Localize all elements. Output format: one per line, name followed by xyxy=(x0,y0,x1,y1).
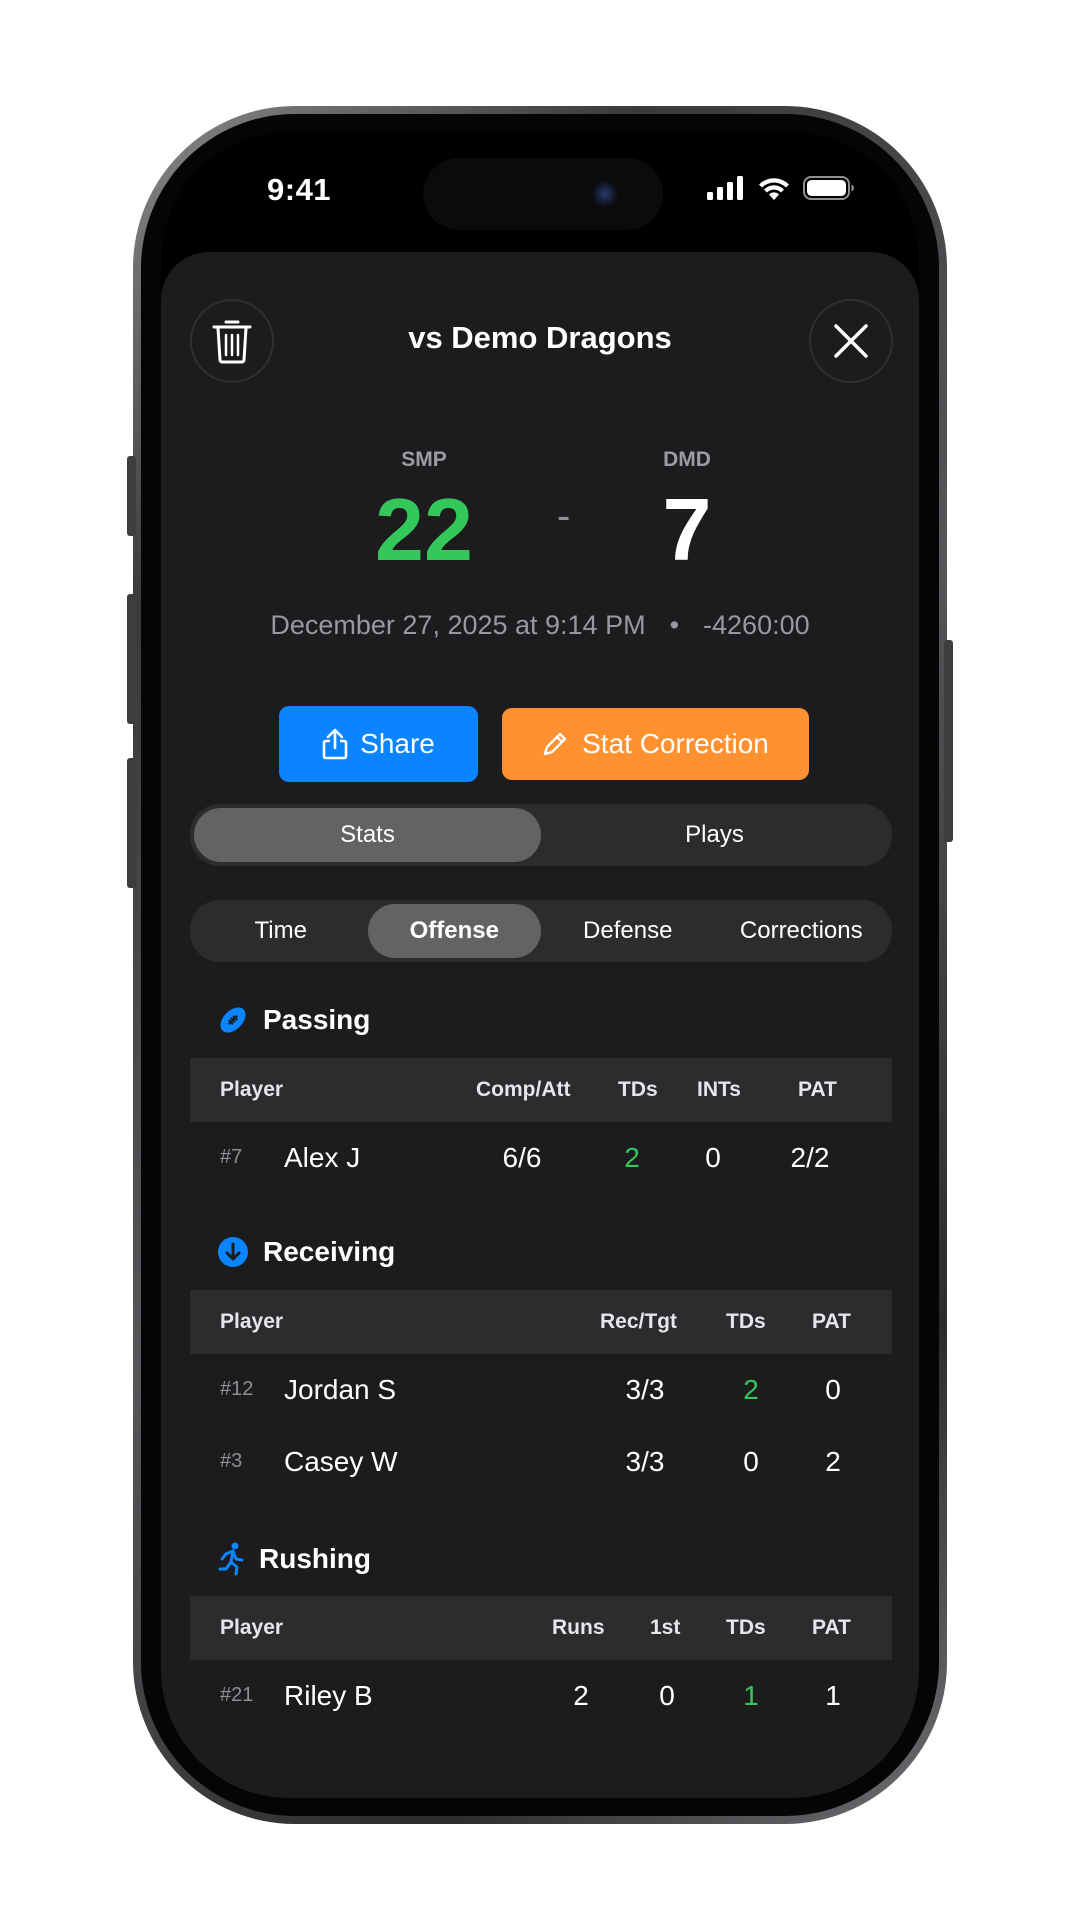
game-date: December 27, 2025 at 9:14 PM xyxy=(270,610,646,640)
status-icons xyxy=(707,176,855,200)
rec-tgt-value: 3/3 xyxy=(625,1446,665,1477)
view-segmented-control: Stats Plays xyxy=(190,804,892,866)
wifi-icon xyxy=(759,178,789,200)
football-icon xyxy=(220,1007,246,1033)
receiving-section-title: Receiving xyxy=(217,1236,395,1268)
column-header: Runs xyxy=(552,1616,605,1639)
rushing-section-title: Rushing xyxy=(217,1542,371,1576)
tab-defense[interactable]: Defense xyxy=(541,904,715,958)
column-header: TDs xyxy=(618,1078,658,1101)
share-icon xyxy=(322,728,348,760)
passing-title: Passing xyxy=(263,1004,371,1035)
pencil-icon xyxy=(543,732,567,756)
column-header: Player xyxy=(220,1078,284,1101)
column-header: Player xyxy=(220,1310,284,1333)
receiving-table-header: Player Rec/Tgt TDs PAT xyxy=(190,1290,892,1354)
pat-value: 1 xyxy=(825,1680,841,1711)
player-name: Alex J xyxy=(284,1142,361,1173)
runner-icon xyxy=(218,1542,244,1576)
table-row: #12 Jordan S 3/3 2 0 xyxy=(190,1362,892,1422)
pat-value: 2 xyxy=(825,1446,841,1477)
receiving-title: Receiving xyxy=(263,1236,396,1267)
table-row: #21 Riley B 2 0 1 1 xyxy=(190,1668,892,1728)
passing-table-header: Player Comp/Att TDs INTs PAT xyxy=(190,1058,892,1122)
tds-value: 1 xyxy=(743,1680,759,1711)
home-team-abbr: SMP xyxy=(401,448,447,471)
runs-value: 2 xyxy=(573,1680,589,1711)
table-row: #7 Alex J 6/6 2 0 2/2 xyxy=(190,1130,892,1190)
column-header: TDs xyxy=(726,1310,766,1333)
stat-correction-label: Stat Correction xyxy=(582,728,769,759)
action-button xyxy=(127,456,136,536)
rushing-title: Rushing xyxy=(259,1543,371,1574)
tab-plays[interactable]: Plays xyxy=(541,808,888,862)
share-button[interactable]: Share xyxy=(279,706,478,782)
column-header: PAT xyxy=(812,1310,851,1333)
screen: 9:41 vs Demo Dragons SMP DMD 22 - 7 Dece… xyxy=(161,132,919,1798)
player-name: Jordan S xyxy=(284,1374,397,1405)
column-header: INTs xyxy=(697,1078,741,1101)
comp-att-value: 6/6 xyxy=(502,1142,542,1173)
player-name: Riley B xyxy=(284,1680,373,1711)
column-header: PAT xyxy=(798,1078,837,1101)
column-header: Comp/Att xyxy=(476,1078,571,1101)
pat-value: 2/2 xyxy=(790,1142,830,1173)
home-score: 22 xyxy=(375,480,473,579)
game-duration: -4260:00 xyxy=(703,610,810,640)
meta-separator: • xyxy=(669,610,680,640)
player-name: Casey W xyxy=(284,1446,398,1477)
away-team-abbr: DMD xyxy=(663,448,711,471)
table-row: #3 Casey W 3/3 0 2 xyxy=(190,1434,892,1494)
game-meta: December 27, 2025 at 9:14 PM • -4260:00 xyxy=(161,610,919,641)
battery-icon xyxy=(803,176,854,200)
category-segmented-control: Time Offense Defense Corrections xyxy=(190,900,892,962)
receive-arrow-icon xyxy=(218,1237,248,1267)
column-header: Player xyxy=(220,1616,284,1639)
game-detail-sheet: vs Demo Dragons SMP DMD 22 - 7 December … xyxy=(161,252,919,1798)
stat-correction-button[interactable]: Stat Correction xyxy=(502,708,809,780)
column-header: PAT xyxy=(812,1616,851,1639)
tds-value: 2 xyxy=(743,1374,759,1405)
dynamic-island xyxy=(423,158,663,230)
volume-down-button xyxy=(127,758,136,888)
pat-value: 0 xyxy=(825,1374,841,1405)
sheet-title: vs Demo Dragons xyxy=(408,320,672,355)
column-header: TDs xyxy=(726,1616,766,1639)
player-number: #7 xyxy=(220,1146,243,1168)
close-button[interactable] xyxy=(809,299,893,383)
player-number: #12 xyxy=(220,1378,254,1400)
volume-up-button xyxy=(127,594,136,724)
tds-value: 0 xyxy=(743,1446,759,1477)
signal-icon xyxy=(707,176,743,200)
score-separator: - xyxy=(557,494,571,538)
player-number: #3 xyxy=(220,1450,243,1472)
rushing-table-header: Player Runs 1st TDs PAT xyxy=(190,1596,892,1660)
passing-section-title: Passing xyxy=(217,1004,370,1036)
column-header: 1st xyxy=(650,1616,681,1639)
power-button xyxy=(944,640,953,842)
front-camera xyxy=(591,180,619,208)
tab-stats[interactable]: Stats xyxy=(194,808,541,862)
status-time: 9:41 xyxy=(267,172,332,207)
ints-value: 0 xyxy=(705,1142,721,1173)
first-downs-value: 0 xyxy=(659,1680,675,1711)
close-icon xyxy=(834,324,868,358)
rec-tgt-value: 3/3 xyxy=(625,1374,665,1405)
tab-corrections[interactable]: Corrections xyxy=(715,904,889,958)
player-number: #21 xyxy=(220,1684,254,1706)
share-label: Share xyxy=(360,728,435,759)
tab-time[interactable]: Time xyxy=(194,904,368,958)
away-score: 7 xyxy=(662,480,712,579)
tds-value: 2 xyxy=(624,1142,640,1173)
tab-offense[interactable]: Offense xyxy=(367,904,541,958)
column-header: Rec/Tgt xyxy=(600,1310,678,1333)
